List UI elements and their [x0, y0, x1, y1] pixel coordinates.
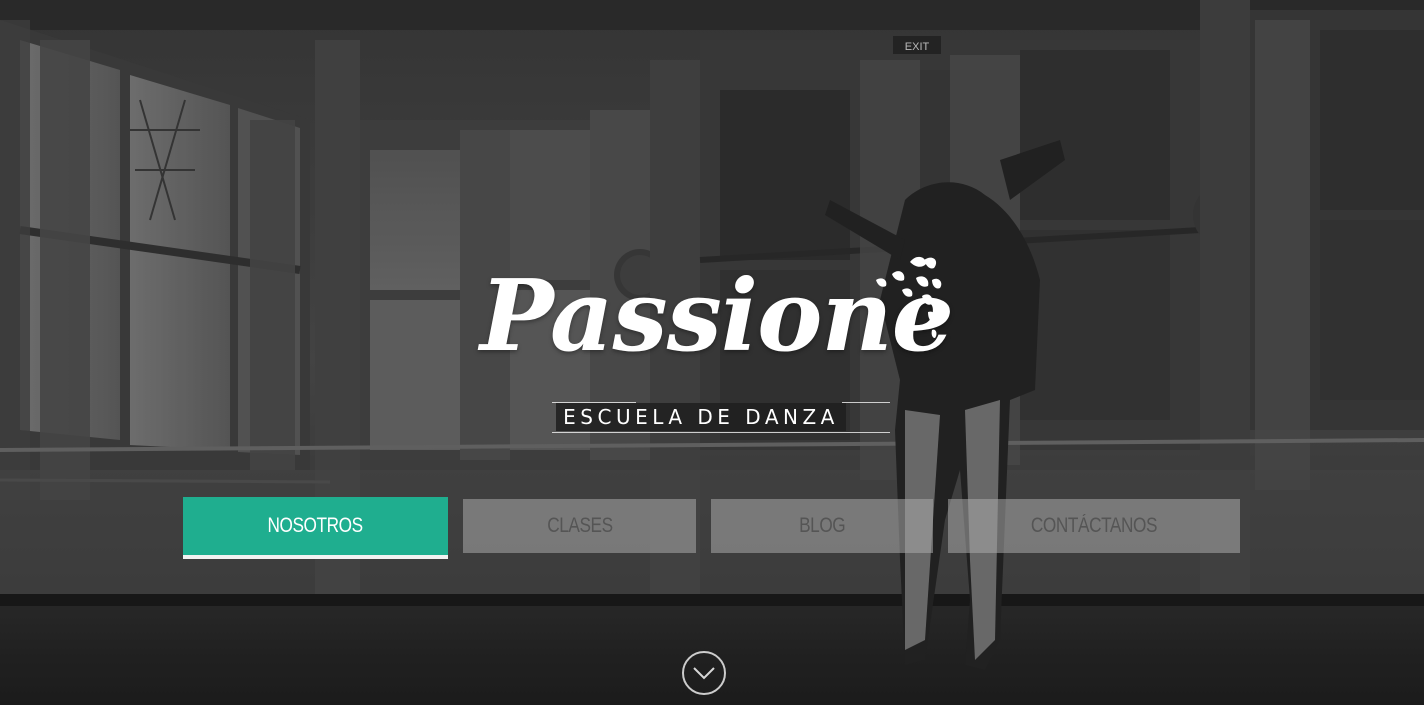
nav-item-clases[interactable]: CLASES	[463, 499, 696, 553]
site-logo[interactable]: Passione ESCUELA DE DANZA	[470, 250, 970, 440]
logo-divider-bottom	[552, 432, 890, 433]
nav-item-nosotros[interactable]: NOSOTROS	[183, 497, 448, 559]
logo-divider-right	[842, 402, 890, 403]
hero-section: EXIT Passione ESCUELA DE DANZA NOSOTROS …	[0, 0, 1424, 705]
chevron-down-icon	[693, 667, 715, 680]
butterflies-icon	[876, 256, 944, 347]
nav-item-label: CLASES	[546, 514, 613, 537]
exit-sign-text: EXIT	[905, 41, 930, 53]
nav-item-label: CONTÁCTANOS	[1030, 514, 1158, 537]
nav-item-blog[interactable]: BLOG	[711, 499, 933, 553]
scroll-down-button[interactable]	[682, 651, 726, 695]
nav-item-label: NOSOTROS	[267, 514, 364, 537]
nav-item-contactanos[interactable]: CONTÁCTANOS	[948, 499, 1240, 553]
nav-item-label: BLOG	[798, 514, 846, 537]
logo-tagline: ESCUELA DE DANZA	[556, 403, 846, 431]
main-nav: NOSOTROS CLASES BLOG CONTÁCTANOS	[0, 497, 1424, 561]
